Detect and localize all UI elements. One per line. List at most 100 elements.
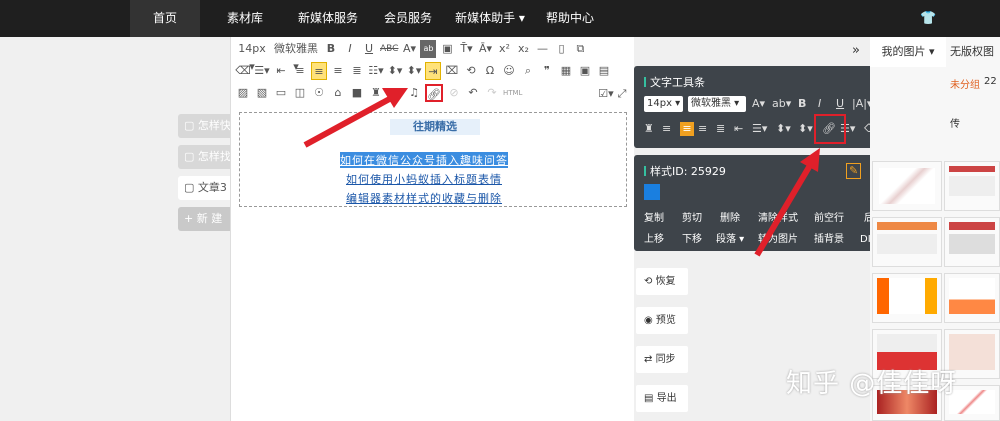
outdent-icon[interactable]: ⇤ [734,122,743,136]
list-icon[interactable]: ☷▾ [368,62,384,80]
letter-spacing-icon[interactable]: Ā▾ [477,40,493,58]
quote-icon[interactable]: ❞ [539,62,555,80]
stamp-icon[interactable]: ♜ [644,122,654,136]
camera-icon[interactable]: ■ [349,84,365,102]
map-icon[interactable]: ◫ [292,84,308,102]
sidebar-item-article-1[interactable]: ▢ 怎样快 [178,114,230,138]
eraser-icon[interactable]: ⌫ [235,62,251,80]
paragraph-after-icon[interactable]: ⬍▾ [406,62,422,80]
edit-style-icon[interactable]: ✎ [846,163,862,179]
font-color-icon[interactable]: A▾ [401,40,417,58]
clear-format-icon[interactable]: ⌧ [444,62,460,80]
text-font-family-select[interactable]: 微软雅黑 ▾ [688,96,746,112]
paragraph-before-icon[interactable]: ⬍▾ [776,122,791,136]
restore-button[interactable]: ⟲ 恢复 [636,268,688,295]
underline-icon[interactable]: U [361,40,377,58]
superscript-icon[interactable]: x² [496,40,512,58]
html-source-button[interactable]: HTML [503,84,522,102]
article-link-2[interactable]: 如何使用小蚂蚁插入标题表情 [346,171,502,187]
image-thumbnail[interactable] [944,161,1000,211]
image-thumbnail[interactable] [944,273,1000,323]
nav-member-service[interactable]: 会员服务 [376,0,440,37]
text-border-icon[interactable]: ▣ [439,40,455,58]
cut-button[interactable]: 剪切 [682,209,702,224]
sync-button[interactable]: ⇄ 同步 [636,346,688,373]
align-center-icon[interactable]: ≡ [311,62,327,80]
format-painter-icon[interactable]: ⇥ [425,62,441,80]
stamp-icon[interactable]: ♜ [368,84,384,102]
fullscreen-icon[interactable]: ⤢ [614,85,630,103]
italic-icon[interactable]: I [342,40,358,58]
redo-icon[interactable]: ↷ [484,84,500,102]
align-left-icon[interactable]: ≡ [292,62,308,80]
image-thumbnail[interactable] [872,161,942,211]
background-color-icon[interactable]: ab [420,40,437,58]
new-article-button[interactable]: + 新 建 [178,207,230,231]
rotate-icon[interactable]: ⟲ [463,62,479,80]
nav-home[interactable]: 首页 [130,0,200,37]
doc-tool-icon[interactable]: ☑▾ [598,85,614,103]
background-color-icon[interactable]: ab▾ [772,97,791,111]
table-icon[interactable]: ▦ [558,62,574,80]
font-size-select[interactable]: 14px ▾ [235,40,269,73]
tshirt-icon[interactable]: 👕 [920,12,936,26]
minus-icon[interactable]: — [534,40,550,58]
special-char-icon[interactable]: Ω [482,62,498,80]
page-icon[interactable]: ▯ [553,40,569,58]
paragraph-after-icon[interactable]: ⬍▾ [798,122,813,136]
bold-icon[interactable]: B [798,97,806,111]
align-center-icon[interactable]: ≡ [680,122,694,136]
paragraph-select[interactable]: 段落 ▾ [716,230,744,245]
export-button[interactable]: ▤ 导出 [636,385,688,412]
line-height-icon[interactable]: ☰▾ [254,62,270,80]
text-font-size-select[interactable]: 14px ▾ [644,96,684,112]
group-label[interactable]: 未分组 [950,76,980,91]
article-content[interactable]: 往期精选 如何在微信公众号插入趣味问答 如何使用小蚂蚁插入标题表情 编辑器素材样… [239,112,627,207]
paragraph-before-icon[interactable]: ⬍▾ [387,62,403,80]
location-icon[interactable]: ⌂ [330,84,346,102]
image-gallery-icon[interactable]: ▧ [254,84,270,102]
no-copyright-tab[interactable]: 无版权图 [950,37,1000,67]
search-icon[interactable]: ⌕ [520,62,536,80]
move-down-button[interactable]: 下移 [682,230,702,245]
nav-material-library[interactable]: 素材库 [210,0,280,37]
image-icon[interactable]: ▨ [235,84,251,102]
strikethrough-icon[interactable]: ABC [380,40,398,58]
delete-button[interactable]: 删除 [720,209,740,224]
music-icon[interactable]: ♫ [406,84,422,102]
bold-icon[interactable]: B [323,40,339,58]
justify-icon[interactable]: ≣ [349,62,365,80]
insert-background-button[interactable]: 插背景 [814,230,844,245]
move-up-button[interactable]: 上移 [644,230,664,245]
sidebar-item-article-2[interactable]: ▢ 怎样找 [178,145,230,169]
my-images-tab[interactable]: 我的图片 ▾ [870,37,946,67]
image-thumbnail[interactable] [872,217,942,267]
collapse-button[interactable]: » [842,37,870,65]
italic-icon[interactable]: I [818,97,821,111]
align-left-icon[interactable]: ≡ [662,122,671,136]
pen-icon[interactable]: ✎▾ [387,84,403,102]
underline-icon[interactable]: U [836,97,844,111]
article-link-1[interactable]: 如何在微信公众号插入趣味问答 [340,152,508,168]
image-thumbnail[interactable] [872,273,942,323]
preview-button[interactable]: ◉ 预览 [636,307,688,334]
upload-label[interactable]: 传 [950,115,960,130]
emoji-icon[interactable]: ☺ [501,62,517,80]
justify-icon[interactable]: ≣ [716,122,725,136]
outdent-icon[interactable]: ⇤ [273,62,289,80]
text-indent-icon[interactable]: T̄▾ [458,40,474,58]
image-thumbnail[interactable] [944,217,1000,267]
sidebar-item-article-3[interactable]: ▢ 文章3 [178,176,230,200]
align-right-icon[interactable]: ≡ [698,122,707,136]
link-icon[interactable]: 🔗︎ [425,84,443,102]
unlink-icon[interactable]: ⊘ [446,84,462,102]
nav-new-media-assistant[interactable]: 新媒体助手 ▾ [448,0,532,37]
clear-style-button[interactable]: 清除样式 [758,209,798,224]
to-image-button[interactable]: 转为图片 [758,230,798,245]
nav-new-media-service[interactable]: 新媒体服务 [288,0,368,37]
save-icon[interactable]: ▣ [577,62,593,80]
line-height-icon[interactable]: ☰▾ [752,122,767,136]
vote-icon[interactable]: ☉ [311,84,327,102]
video-icon[interactable]: ▭ [273,84,289,102]
article-link-3[interactable]: 编辑器素材样式的收藏与删除 [346,190,502,206]
